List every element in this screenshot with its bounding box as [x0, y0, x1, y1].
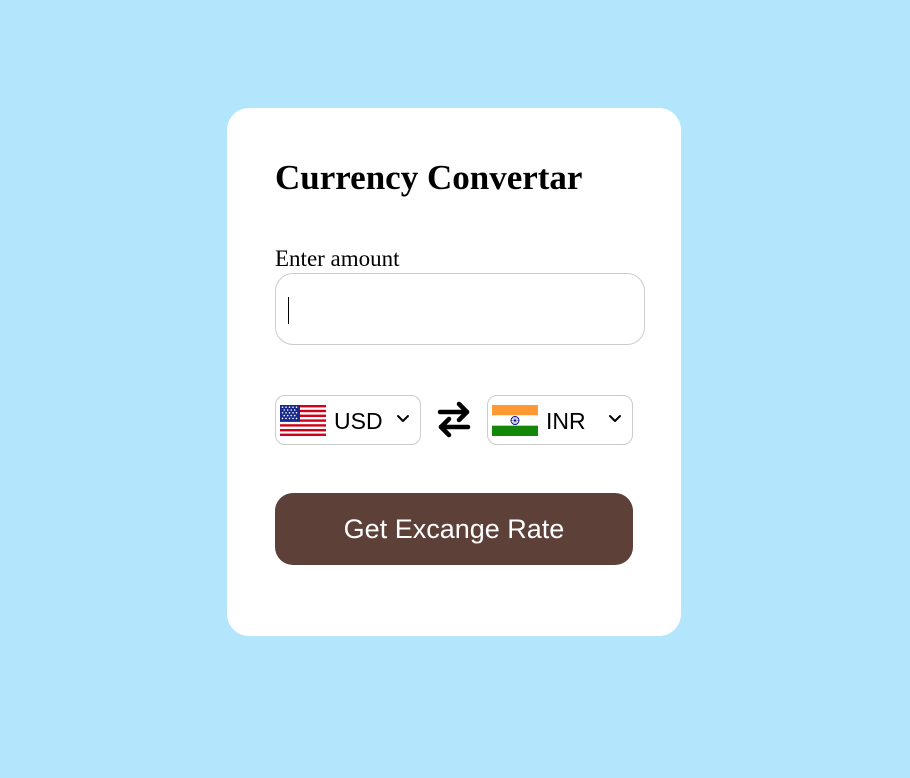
amount-label: Enter amount [275, 246, 400, 271]
page-title: Currency Convertar [275, 158, 583, 197]
to-currency-select[interactable]: INR [487, 395, 633, 445]
text-caret [288, 297, 289, 324]
swap-arrows-icon[interactable] [437, 400, 471, 438]
to-currency-code: INR [546, 408, 586, 434]
converter-card: Currency Convertar Enter amount USD INR … [227, 108, 681, 636]
get-exchange-rate-button[interactable]: Get Excange Rate [275, 493, 633, 565]
in-flag-icon [492, 405, 538, 436]
from-currency-code: USD [334, 408, 383, 434]
amount-input[interactable] [275, 273, 645, 345]
us-flag-icon [280, 405, 326, 436]
from-currency-select[interactable]: USD [275, 395, 421, 445]
chevron-down-icon [397, 415, 409, 422]
chevron-down-icon [609, 415, 621, 422]
